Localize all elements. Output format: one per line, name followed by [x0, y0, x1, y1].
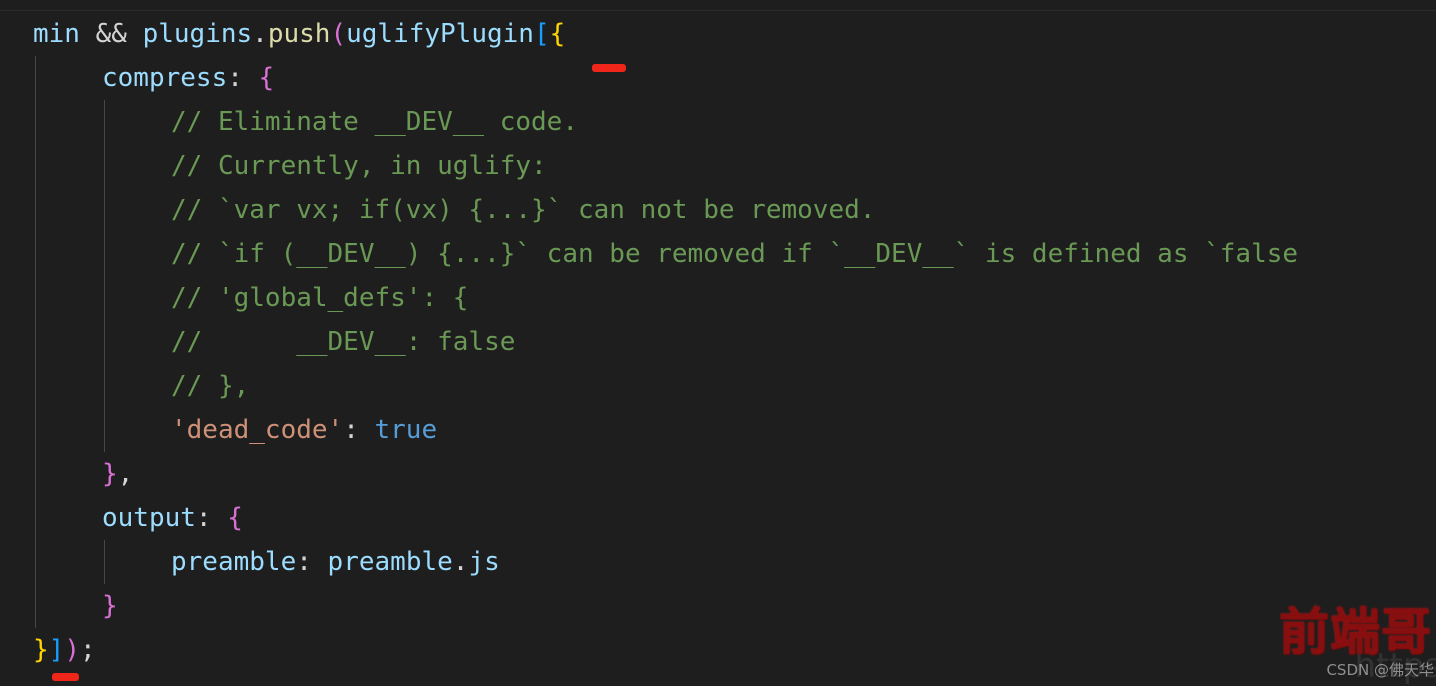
code-token: compress: [102, 63, 228, 93]
indent-guide: [35, 232, 36, 276]
red-marker-bottom-icon: [52, 673, 79, 681]
watermark-credit-text: CSDN @佛天华: [1326, 661, 1434, 679]
code-token: {: [258, 63, 275, 93]
code-token: }: [102, 591, 118, 621]
code-token: // `var vx; if(vx) {...}` can not be rem…: [171, 195, 876, 225]
code-line[interactable]: 'dead_code': true: [0, 408, 1436, 452]
indent-guide: [35, 56, 36, 100]
indent-guide: [104, 188, 105, 232]
code-token: // },: [171, 371, 250, 401]
code-line-text: // __DEV__: false: [171, 320, 515, 364]
indent-guide: [35, 452, 36, 496]
code-token: preamble: [327, 547, 453, 577]
code-line-text: // `var vx; if(vx) {...}` can not be rem…: [171, 188, 875, 232]
code-line[interactable]: // Currently, in uglify:: [0, 144, 1436, 188]
indent-guide: [104, 408, 105, 452]
code-line-text: output: {: [102, 496, 243, 540]
code-line[interactable]: output: {: [0, 496, 1436, 540]
code-token: ;: [79, 635, 96, 665]
code-line[interactable]: min && plugins.push(uglifyPlugin[{: [0, 12, 1436, 56]
code-editor-pane: min && plugins.push(uglifyPlugin[{compre…: [0, 0, 1436, 686]
indent-guide: [104, 540, 105, 584]
code-token: min: [33, 19, 80, 49]
code-token: [: [533, 19, 550, 49]
code-token: // Eliminate __DEV__ code.: [171, 107, 578, 137]
code-line[interactable]: compress: {: [0, 56, 1436, 100]
code-token: ,: [117, 459, 134, 489]
code-token: preamble: [171, 547, 297, 577]
code-line-text: // `if (__DEV__) {...}` can be removed i…: [171, 232, 1298, 276]
code-token: :: [195, 503, 228, 533]
code-line[interactable]: // 'global_defs': {: [0, 276, 1436, 320]
code-token: }: [33, 635, 49, 665]
indent-guide: [35, 584, 36, 628]
code-line[interactable]: // `var vx; if(vx) {...}` can not be rem…: [0, 188, 1436, 232]
code-token: {: [227, 503, 243, 533]
indent-guide: [104, 364, 105, 408]
code-line-text: },: [102, 452, 133, 496]
code-token: .: [252, 19, 268, 49]
watermark-brand-text: 前端哥: [1279, 603, 1432, 661]
indent-guide: [104, 232, 105, 276]
indent-guide: [35, 408, 36, 452]
code-line-text: }]);: [33, 628, 96, 672]
code-token: // `if (__DEV__) {...}` can be removed i…: [171, 239, 1299, 269]
red-marker-top-icon: [592, 64, 626, 72]
indent-guide: [35, 188, 36, 232]
code-token: ): [64, 635, 80, 665]
code-line-text: // Currently, in uglify:: [171, 144, 547, 188]
top-divider: [0, 10, 1436, 11]
code-line-text: // 'global_defs': {: [171, 276, 468, 320]
code-line[interactable]: // },: [0, 364, 1436, 408]
indent-guide: [104, 320, 105, 364]
code-token: plugins: [142, 19, 253, 49]
code-token: }: [102, 459, 118, 489]
indent-guide: [35, 496, 36, 540]
indent-guide: [35, 540, 36, 584]
code-line-text: min && plugins.push(uglifyPlugin[{: [33, 12, 565, 56]
indent-guide: [104, 276, 105, 320]
code-token: 'dead_code': [171, 415, 344, 445]
code-line-text: // },: [171, 364, 249, 408]
code-line[interactable]: }]);: [0, 628, 1436, 672]
indent-guide: [35, 364, 36, 408]
code-token: :: [343, 415, 375, 445]
code-line[interactable]: preamble: preamble.js: [0, 540, 1436, 584]
indent-guide: [35, 320, 36, 364]
code-token: :: [227, 63, 259, 93]
code-line[interactable]: }: [0, 584, 1436, 628]
code-content[interactable]: min && plugins.push(uglifyPlugin[{compre…: [0, 12, 1436, 686]
code-token: &&: [95, 19, 127, 49]
code-line[interactable]: },: [0, 452, 1436, 496]
code-line-text: compress: {: [102, 56, 274, 100]
code-token: .: [452, 547, 469, 577]
code-token: output: [102, 503, 196, 533]
code-token: (: [330, 19, 347, 49]
code-line[interactable]: // Eliminate __DEV__ code.: [0, 100, 1436, 144]
code-token: {: [549, 19, 566, 49]
indent-guide: [104, 144, 105, 188]
code-line-text: 'dead_code': true: [171, 408, 437, 452]
indent-guide: [35, 100, 36, 144]
code-token: // __DEV__: false: [171, 327, 516, 357]
code-token: // 'global_defs': {: [171, 283, 469, 313]
code-token: uglifyPlugin: [346, 19, 534, 49]
code-line[interactable]: // __DEV__: false: [0, 320, 1436, 364]
code-token: ]: [48, 635, 65, 665]
indent-guide: [35, 144, 36, 188]
code-line-text: preamble: preamble.js: [171, 540, 500, 584]
code-line-text: // Eliminate __DEV__ code.: [171, 100, 578, 144]
indent-guide: [35, 276, 36, 320]
code-line-text: }: [102, 584, 118, 628]
indent-guide: [104, 100, 105, 144]
code-token: :: [296, 547, 328, 577]
code-token: // Currently, in uglify:: [171, 151, 547, 181]
code-token: true: [374, 415, 438, 445]
code-token: js: [468, 547, 500, 577]
code-line[interactable]: // `if (__DEV__) {...}` can be removed i…: [0, 232, 1436, 276]
code-token: push: [267, 19, 331, 49]
